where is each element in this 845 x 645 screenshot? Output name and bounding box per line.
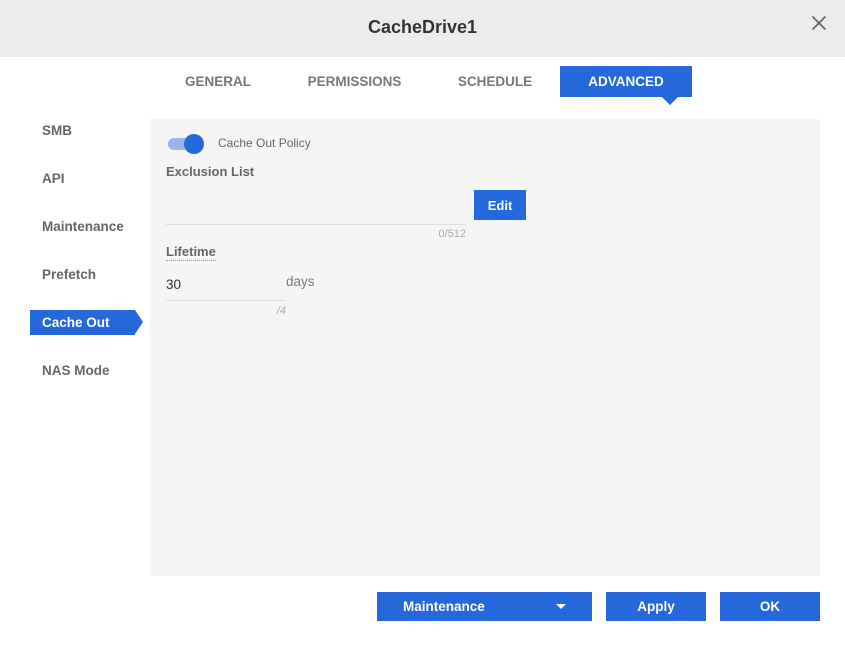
exclusion-list-counter: 0/512: [438, 228, 466, 240]
tab-general[interactable]: GENERAL: [158, 66, 278, 97]
tab-schedule[interactable]: SCHEDULE: [440, 66, 550, 97]
sidebar-item-smb[interactable]: SMB: [30, 118, 135, 143]
exclusion-list-input[interactable]: [166, 203, 466, 225]
lifetime-unit: days: [286, 274, 315, 289]
sidebar-item-api[interactable]: API: [30, 166, 135, 191]
lifetime-label: Lifetime: [166, 244, 216, 261]
sidebar-item-nas-mode[interactable]: NAS Mode: [30, 358, 135, 383]
toggle-knob: [184, 134, 204, 154]
sidebar-item-cache-out[interactable]: Cache Out: [30, 310, 143, 335]
ok-button[interactable]: OK: [720, 592, 820, 621]
tab-permissions[interactable]: PERMISSIONS: [292, 66, 417, 97]
title-bar: CacheDrive1: [0, 0, 845, 57]
caret-down-icon: [556, 604, 566, 609]
edit-button[interactable]: Edit: [474, 190, 526, 220]
exclusion-list-label: Exclusion List: [166, 164, 255, 179]
tab-bar: GENERAL PERMISSIONS SCHEDULE ADVANCED: [0, 66, 845, 105]
sidebar-item-prefetch[interactable]: Prefetch: [30, 262, 135, 287]
apply-button[interactable]: Apply: [606, 592, 706, 621]
cache-out-policy-toggle[interactable]: [166, 134, 204, 154]
lifetime-input[interactable]: [166, 269, 286, 301]
maintenance-label: Maintenance: [403, 599, 485, 614]
maintenance-dropdown-button[interactable]: Maintenance: [377, 592, 592, 621]
window-title: CacheDrive1: [367, 17, 478, 37]
lifetime-counter: /4: [276, 305, 286, 317]
sidebar-item-maintenance[interactable]: Maintenance: [30, 214, 135, 239]
close-icon[interactable]: [809, 13, 829, 33]
cache-out-panel: Cache Out Policy Exclusion List 0/512 Ed…: [150, 119, 820, 576]
tab-advanced[interactable]: ADVANCED: [560, 66, 692, 105]
cache-out-policy-label: Cache Out Policy: [218, 136, 311, 150]
